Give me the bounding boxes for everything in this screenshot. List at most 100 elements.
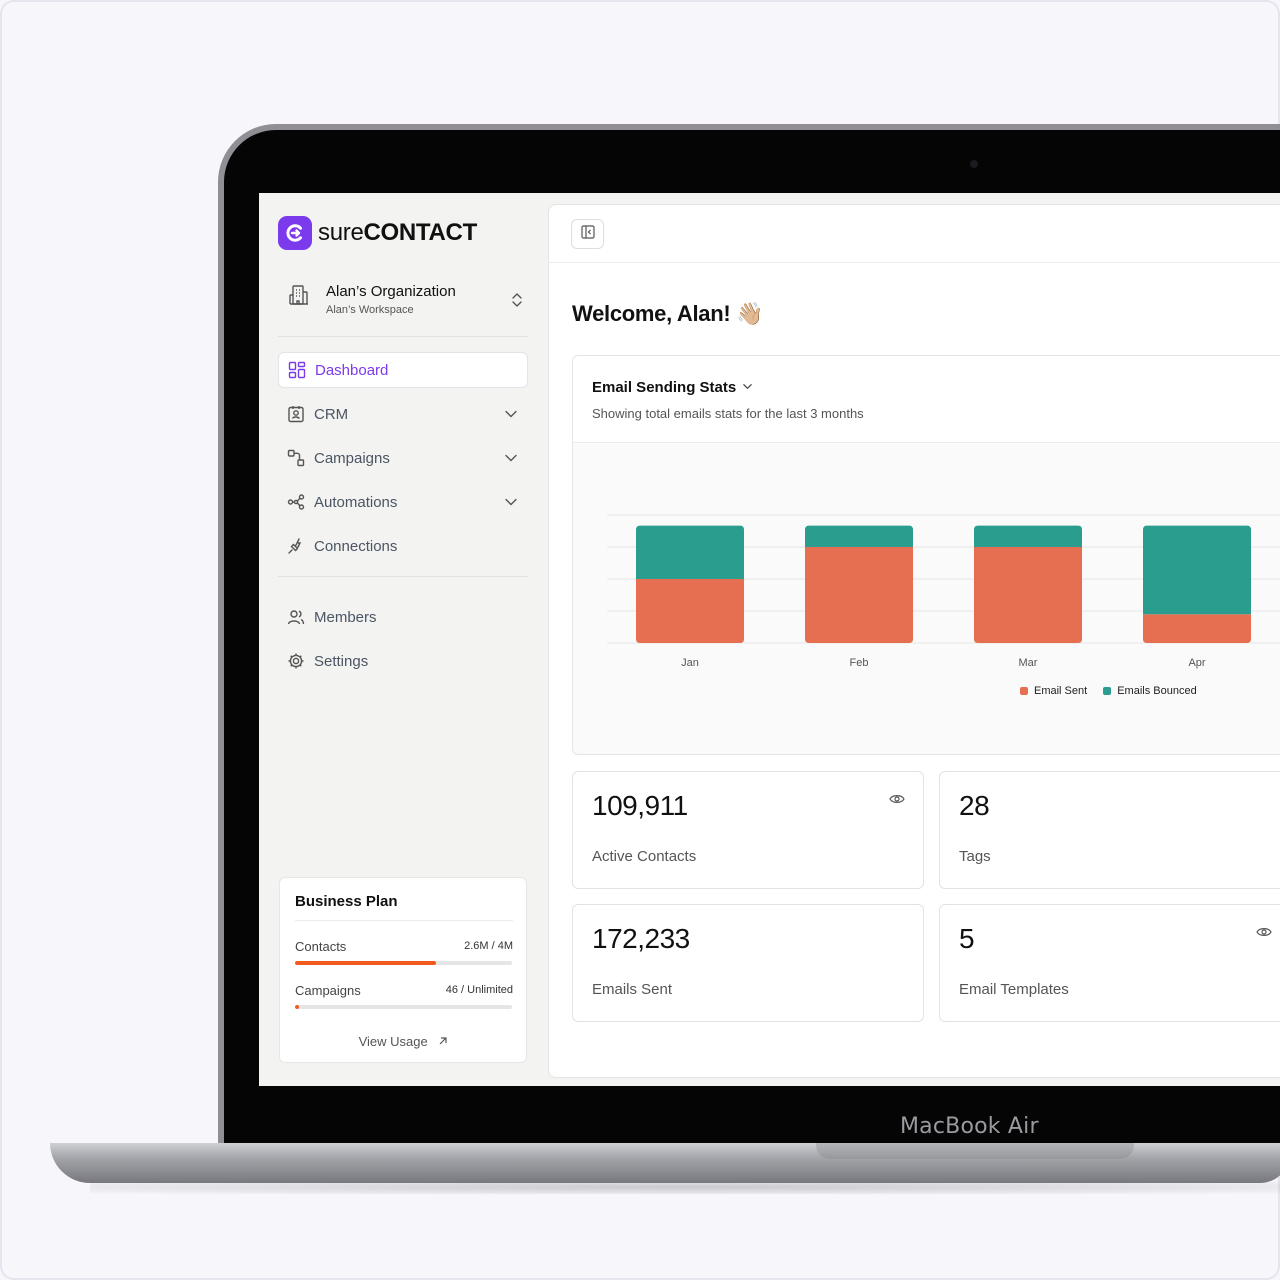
chevron-down-icon[interactable] xyxy=(504,451,518,469)
campaigns-icon xyxy=(287,449,305,467)
stats-title-dropdown[interactable]: Email Sending Stats xyxy=(592,379,753,396)
stat-card-active-contacts[interactable]: 109,911 Active Contacts xyxy=(572,771,924,889)
sidebar-item-label: Dashboard xyxy=(315,361,389,379)
automations-icon xyxy=(287,493,305,511)
email-stats-card: Email Sending Stats Showing total emails… xyxy=(572,355,1280,755)
sidebar-item-label: Campaigns xyxy=(314,449,390,467)
top-bar xyxy=(549,205,1280,263)
chevron-down-icon xyxy=(742,379,753,396)
stat-card-email-templates[interactable]: 5 Email Templates xyxy=(939,904,1280,1022)
chart-legend: Email Sent Emails Bounced xyxy=(1020,685,1213,697)
plan-campaigns-row: Campaigns 46 / Unlimited xyxy=(295,983,513,998)
chart-x-tick-label: Mar xyxy=(1019,657,1038,669)
sidebar: sureCONTACT Alan’s Organization Alan’s W… xyxy=(259,193,547,1086)
building-icon xyxy=(287,283,313,309)
stats-title: Email Sending Stats xyxy=(592,379,737,396)
plan-card: Business Plan Contacts 2.6M / 4M Campaig… xyxy=(279,877,527,1063)
dashboard-grid-icon xyxy=(288,361,306,379)
stats-subtitle: Showing total emails stats for the last … xyxy=(592,406,864,421)
laptop-notch xyxy=(816,1143,1134,1159)
gear-icon xyxy=(287,652,305,670)
chevron-down-icon[interactable] xyxy=(504,407,518,425)
logo-text: sureCONTACT xyxy=(318,219,477,247)
contacts-usage-bar xyxy=(295,961,512,965)
contact-card-icon xyxy=(287,405,305,423)
sidebar-item-connections[interactable]: Connections xyxy=(278,528,528,564)
chart-bar-feb-sent[interactable] xyxy=(805,547,913,643)
legend-item-bounced: Emails Bounced xyxy=(1103,685,1197,697)
view-usage-link[interactable]: View Usage xyxy=(280,1034,528,1049)
wave-emoji-icon: 👋🏼 xyxy=(736,301,764,326)
chart-x-tick-label: Jan xyxy=(681,657,699,669)
email-stats-header: Email Sending Stats Showing total emails… xyxy=(573,356,1280,443)
logo-text-bold: CONTACT xyxy=(363,219,478,246)
sidebar-item-label: Automations xyxy=(314,493,398,511)
chart-bar-feb-bounced[interactable] xyxy=(805,525,913,547)
legend-label-sent: Email Sent xyxy=(1034,685,1088,697)
chart-bar-jan-sent[interactable] xyxy=(636,579,744,643)
organization-text: Alan’s Organization Alan’s Workspace xyxy=(326,277,456,316)
chevron-up-down-icon[interactable] xyxy=(510,291,524,314)
sidebar-item-crm[interactable]: CRM xyxy=(278,396,528,432)
legend-swatch-bounced xyxy=(1103,687,1112,695)
logo[interactable]: sureCONTACT xyxy=(278,216,477,250)
stat-label: Emails Sent xyxy=(592,981,673,998)
workspace-name: Alan’s Workspace xyxy=(326,304,414,316)
chart-x-tick-label: Apr xyxy=(1188,657,1205,669)
logo-mark-icon xyxy=(278,216,312,250)
chart-bar-mar-bounced[interactable] xyxy=(974,525,1082,547)
sidebar-item-members[interactable]: Members xyxy=(278,599,528,635)
stat-label: Active Contacts xyxy=(592,848,697,865)
plan-contacts-row: Contacts 2.6M / 4M xyxy=(295,939,513,954)
campaigns-usage-bar xyxy=(295,1005,512,1009)
plan-contacts-label: Contacts xyxy=(295,939,347,954)
view-usage-label: View Usage xyxy=(358,1034,428,1049)
legend-item-sent: Email Sent xyxy=(1020,685,1087,697)
stat-card-emails-sent[interactable]: 172,233 Emails Sent xyxy=(572,904,924,1022)
stat-card-tags[interactable]: 28 Tags xyxy=(939,771,1280,889)
email-stats-chart: Jan Feb Mar Apr Email Sent Emails Bounced xyxy=(573,444,1280,754)
sidebar-item-dashboard[interactable]: Dashboard xyxy=(278,352,528,388)
sidebar-item-label: Connections xyxy=(314,537,398,555)
eye-icon[interactable] xyxy=(889,792,905,810)
organization-name: Alan’s Organization xyxy=(326,283,456,300)
contacts-usage-fill xyxy=(295,961,437,965)
device-label: MacBook Air xyxy=(900,1114,1039,1139)
sidebar-collapse-icon xyxy=(580,224,595,244)
plan-campaigns-value: 46 / Unlimited xyxy=(445,984,513,996)
sidebar-divider xyxy=(278,576,528,577)
chart-svg: Jan Feb Mar Apr xyxy=(607,514,1280,669)
plan-title: Business Plan xyxy=(295,893,513,921)
campaigns-usage-fill xyxy=(295,1005,300,1009)
legend-swatch-sent xyxy=(1020,687,1028,695)
arrow-up-right-icon xyxy=(431,1034,449,1049)
stat-label: Email Templates xyxy=(959,981,1069,998)
welcome-text: Welcome, Alan! xyxy=(572,301,731,326)
chart-x-tick-label: Feb xyxy=(850,657,869,669)
stat-value: 109,911 xyxy=(592,790,688,821)
eye-icon[interactable] xyxy=(1256,925,1272,943)
sidebar-item-campaigns[interactable]: Campaigns xyxy=(278,440,528,476)
sidebar-nav: Dashboard CRM Campaigns Automations Conn… xyxy=(278,352,528,687)
chart-bar-apr-bounced[interactable] xyxy=(1143,525,1251,615)
users-icon xyxy=(287,608,305,626)
sidebar-item-settings[interactable]: Settings xyxy=(278,643,528,679)
main-panel: Welcome, Alan! 👋🏼 Email Sending Stats Sh… xyxy=(548,204,1280,1078)
welcome-heading: Welcome, Alan! 👋🏼 xyxy=(572,301,764,327)
stat-value: 28 xyxy=(959,790,990,821)
chart-bar-jan-bounced[interactable] xyxy=(636,525,744,579)
sidebar-item-label: CRM xyxy=(314,405,349,423)
chevron-down-icon[interactable] xyxy=(504,495,518,513)
stat-label: Tags xyxy=(959,848,991,865)
stat-value: 5 xyxy=(959,923,975,954)
chart-bar-mar-sent[interactable] xyxy=(974,547,1082,643)
sidebar-item-label: Members xyxy=(314,608,377,626)
organization-switcher[interactable]: Alan’s Organization Alan’s Workspace xyxy=(278,277,528,337)
camera-icon xyxy=(970,160,978,168)
plan-campaigns-label: Campaigns xyxy=(295,983,361,998)
collapse-sidebar-button[interactable] xyxy=(571,219,604,249)
sidebar-item-automations[interactable]: Automations xyxy=(278,484,528,520)
app-screen: sureCONTACT Alan’s Organization Alan’s W… xyxy=(259,193,1280,1086)
chart-bar-apr-sent[interactable] xyxy=(1143,614,1251,643)
legend-label-bounced: Emails Bounced xyxy=(1117,685,1197,697)
